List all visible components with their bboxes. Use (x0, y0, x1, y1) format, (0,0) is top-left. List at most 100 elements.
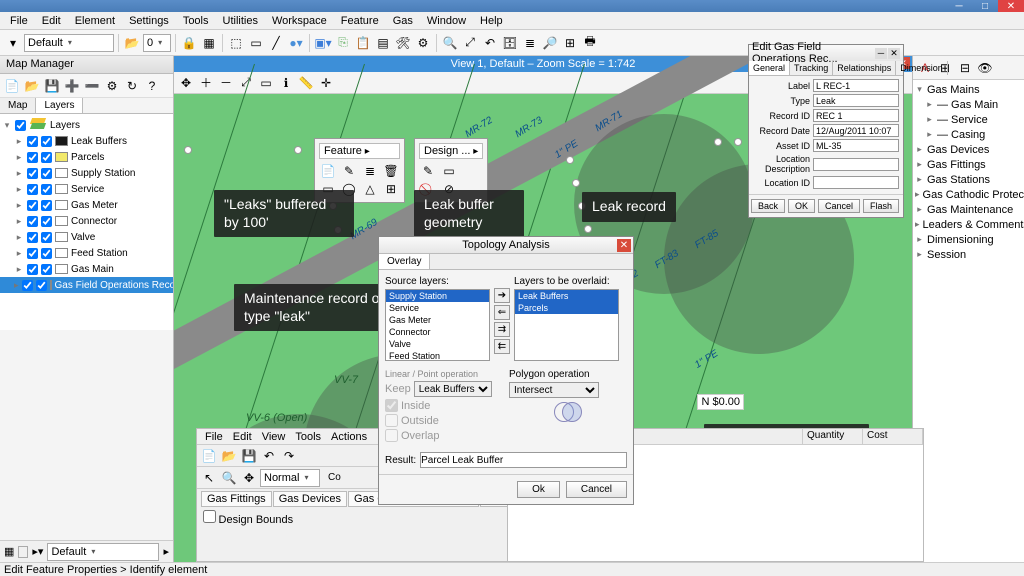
layer-select-checkbox[interactable] (41, 136, 52, 147)
gear-icon[interactable]: ⚙ (414, 34, 432, 52)
layers-icon[interactable]: ≣ (521, 34, 539, 52)
lock-icon[interactable]: 🔒 (180, 34, 198, 52)
new-map-icon[interactable]: 📄 (3, 77, 21, 95)
ok-button[interactable]: OK (788, 199, 815, 213)
layer-row[interactable]: ▸Feed Station (0, 245, 173, 261)
root-checkbox[interactable] (15, 120, 26, 131)
maximize-button[interactable]: □ (972, 0, 998, 12)
field-input[interactable]: Leak (813, 94, 899, 107)
add-all-button[interactable]: ⇉ (494, 322, 510, 337)
cursor-icon[interactable]: ⬚ (227, 34, 245, 52)
view-combo[interactable]: Default (47, 543, 159, 561)
tree-node[interactable]: ▸Gas Fittings (915, 157, 1022, 172)
bundo-icon[interactable]: ↶ (260, 447, 278, 465)
layer-row[interactable]: ▸Supply Station (0, 165, 173, 181)
bmenu-edit[interactable]: Edit (229, 431, 256, 443)
menu-help[interactable]: Help (474, 14, 509, 28)
list-item[interactable]: Connector (386, 326, 489, 338)
layer-visible-checkbox[interactable] (27, 200, 38, 211)
layer-select-checkbox[interactable] (41, 232, 52, 243)
minimize-button[interactable]: ─ (946, 0, 972, 12)
open-map-icon[interactable]: 📂 (23, 77, 41, 95)
find-icon[interactable]: 🔎 (541, 34, 559, 52)
tree-node[interactable]: ▸Gas Maintenance (915, 202, 1022, 217)
pan-icon[interactable]: ✥ (177, 74, 195, 92)
add-layer-icon[interactable]: ➕ (63, 77, 81, 95)
style-icon[interactable]: ●▾ (287, 34, 305, 52)
bpointer-icon[interactable]: ↖ (200, 469, 218, 487)
tree-show-icon[interactable]: 👁 (976, 59, 994, 77)
help-icon[interactable]: ? (143, 77, 161, 95)
field-input[interactable]: L REC-1 (813, 79, 899, 92)
layer-visible-checkbox[interactable] (27, 264, 38, 275)
layer-visible-checkbox[interactable] (27, 168, 38, 179)
line-icon[interactable]: ╱ (267, 34, 285, 52)
list-item[interactable]: Service (386, 302, 489, 314)
layer-select-checkbox[interactable] (41, 184, 52, 195)
bmenu-file[interactable]: File (201, 431, 227, 443)
layer-visible-checkbox[interactable] (27, 184, 38, 195)
zoom-window-icon[interactable]: 🔍 (441, 34, 459, 52)
cancel-button[interactable]: Cancel (818, 199, 860, 213)
field-input[interactable] (813, 176, 899, 189)
design-a-icon[interactable]: ✎ (419, 162, 437, 180)
db-icon[interactable]: 🗄 (501, 34, 519, 52)
window-icon[interactable]: ▣▾ (314, 34, 332, 52)
menu-edit[interactable]: Edit (36, 14, 67, 28)
bmenu-tools[interactable]: Tools (291, 431, 325, 443)
layer-row[interactable]: ▸Valve (0, 229, 173, 245)
select-icon[interactable]: ▭ (247, 34, 265, 52)
layer-visible-checkbox[interactable] (27, 248, 38, 259)
mode-combo[interactable]: Normal (260, 469, 320, 487)
bmenu-view[interactable]: View (258, 431, 290, 443)
edit-record-dialog[interactable]: Edit Gas Field Operations Rec... ─✕ Gene… (748, 44, 904, 218)
zoom-prev-icon[interactable]: ↶ (481, 34, 499, 52)
topo-cancel-button[interactable]: Cancel (566, 481, 627, 498)
layer-visible-checkbox[interactable] (27, 152, 38, 163)
table-icon[interactable]: ▤ (374, 34, 392, 52)
bzoom-icon[interactable]: 🔍 (220, 469, 238, 487)
tree-node[interactable]: ▾Gas Mains (915, 82, 1022, 97)
menu-window[interactable]: Window (421, 14, 472, 28)
remove-all-button[interactable]: ⇇ (494, 339, 510, 354)
zoom-in-icon[interactable]: ＋ (197, 74, 215, 92)
flash-button[interactable]: Flash (863, 199, 899, 213)
paste-icon[interactable]: 📋 (354, 34, 372, 52)
close-button[interactable]: ✕ (998, 0, 1024, 12)
list-item[interactable]: Gas Meter (386, 314, 489, 326)
layer-row[interactable]: ▸Parcels (0, 149, 173, 165)
layer-visible-checkbox[interactable] (22, 280, 33, 291)
layer-row[interactable]: ▸Connector (0, 213, 173, 229)
remove-layer-button[interactable]: ⇐ (494, 305, 510, 320)
tree-node[interactable]: ▸Session (915, 247, 1022, 262)
tree-node[interactable]: ▸— Casing (915, 127, 1022, 142)
result-input[interactable] (420, 452, 627, 468)
tab-dimension[interactable]: Dimension (896, 61, 948, 75)
refresh-icon[interactable]: ↻ (123, 77, 141, 95)
topo-ok-button[interactable]: Ok (517, 481, 560, 498)
bottom-tab[interactable]: Gas Fittings (201, 491, 272, 507)
menu-tools[interactable]: Tools (177, 14, 215, 28)
topo-close-icon[interactable]: ✕ (617, 239, 631, 252)
remove-layer-icon[interactable]: ➖ (83, 77, 101, 95)
list-item[interactable]: Leak Buffers (515, 290, 618, 302)
layer-select-checkbox[interactable] (41, 152, 52, 163)
bnew-icon[interactable]: 📄 (200, 447, 218, 465)
feat-edit-icon[interactable]: ✎ (340, 162, 358, 180)
select-rect-icon[interactable]: ▭ (257, 74, 275, 92)
keep-combo[interactable]: Leak Buffers (414, 381, 492, 397)
feat-d-icon[interactable]: ⊞ (382, 180, 400, 198)
tab-overlay[interactable]: Overlay (379, 254, 430, 269)
list-item[interactable]: Feed Station (386, 350, 489, 361)
zoom-fit-icon[interactable]: ⤢ (461, 34, 479, 52)
design-bounds-checkbox[interactable] (203, 510, 216, 523)
menu-settings[interactable]: Settings (123, 14, 175, 28)
menu-element[interactable]: Element (69, 14, 121, 28)
tree-node[interactable]: ▸Gas Cathodic Protection (915, 187, 1022, 202)
layer-visible-checkbox[interactable] (27, 216, 38, 227)
field-input[interactable]: ML-35 (813, 139, 899, 152)
dlg-min-icon[interactable]: ─ (875, 48, 887, 59)
layer-row[interactable]: ▸Leak Buffers (0, 133, 173, 149)
add-layer-button[interactable]: ➔ (494, 288, 510, 303)
field-input[interactable]: REC 1 (813, 109, 899, 122)
